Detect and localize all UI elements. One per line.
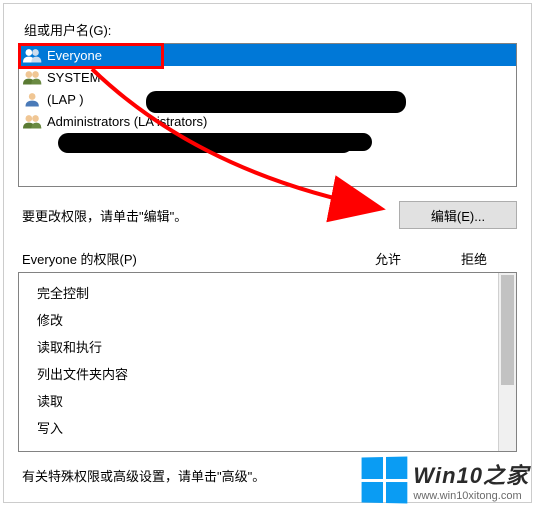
edit-hint-text: 要更改权限，请单击"编辑"。: [18, 206, 187, 225]
permission-row: 完全控制: [19, 279, 498, 306]
users-icon: [23, 46, 43, 64]
edit-button[interactable]: 编辑(E)...: [399, 201, 517, 229]
group-item-label: Administrators (LA istrators): [47, 114, 207, 129]
group-item-label: SYSTEM: [47, 70, 100, 85]
permission-row: 修改: [19, 306, 498, 333]
allow-column-header: 允许: [345, 249, 431, 268]
redaction-scribble: [330, 133, 372, 151]
scrollbar-thumb[interactable]: [501, 275, 514, 385]
permission-row: 列出文件夹内容: [19, 360, 498, 387]
permissions-listbox: 完全控制 修改 读取和执行 列出文件夹内容 读取 写入: [18, 272, 517, 452]
user-icon: [23, 90, 43, 108]
windows-logo-icon: [362, 457, 408, 504]
users-icon: [23, 112, 43, 130]
group-item-administrators[interactable]: Administrators (LA istrators): [19, 110, 516, 132]
group-item-label: (LAP ): [47, 92, 84, 107]
group-item-label: Everyone: [47, 48, 102, 63]
deny-column-header: 拒绝: [431, 249, 517, 268]
group-user-listbox[interactable]: Everyone SYSTEM (LAP ): [18, 43, 517, 187]
watermark: Win10之家 www.win10xitong.com: [361, 457, 529, 503]
permission-row: 写入: [19, 414, 498, 441]
watermark-url: www.win10xitong.com: [413, 490, 521, 502]
group-label: 组或用户名(G):: [24, 20, 517, 39]
security-tab-panel: 组或用户名(G): Everyone SYSTEM: [3, 3, 532, 503]
users-icon: [23, 68, 43, 86]
scrollbar[interactable]: [498, 273, 516, 451]
group-item-system[interactable]: SYSTEM: [19, 66, 516, 88]
permission-row: 读取: [19, 387, 498, 414]
permission-row: 读取和执行: [19, 333, 498, 360]
redaction-scribble: [58, 133, 353, 153]
permissions-title: Everyone 的权限(P): [18, 249, 345, 268]
group-item-everyone[interactable]: Everyone: [19, 44, 516, 66]
watermark-title: Win10之家: [413, 458, 529, 490]
redaction-scribble: [146, 91, 406, 113]
